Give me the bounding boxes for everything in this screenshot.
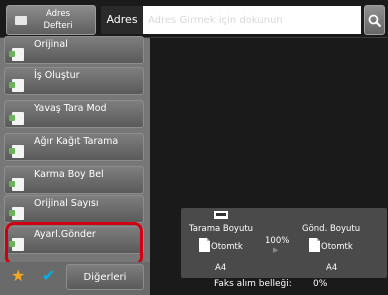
heavy-paper-label: Ağır Kağıt Tarama [34,136,119,147]
mixed-size-icon [9,178,24,191]
search-button[interactable] [364,5,385,35]
original-label: Orijinal [34,39,68,50]
send-paper-size: A4 [326,263,338,273]
scan-size-value: Otomtk [211,242,243,252]
address-book-button[interactable]: Adres Defteri [6,5,96,35]
original-count-button[interactable]: Orijinal Sayısı [4,195,144,223]
scan-preview-card[interactable]: Tarama Boyutu Gönd. Boyutu Otomtk 100% ▶… [181,208,387,278]
send-document-icon [309,238,320,252]
search-icon [368,14,382,28]
heavy-paper-icon [9,145,24,158]
original-button[interactable]: Orijinal [4,36,144,64]
send-size-value: Otomtk [321,242,353,252]
check-button[interactable]: ✔ [35,264,63,290]
mixed-size-label: Karma Boy Bel [34,169,104,180]
ratio-value: 100% [265,236,290,246]
heavy-paper-button[interactable]: Ağır Kağıt Tarama [4,133,144,161]
address-book-label: Adres Defteri [43,9,73,31]
original-count-label: Orijinal Sayısı [34,198,99,209]
slow-scan-label: Yavaş Tara Mod [34,103,107,114]
job-build-icon [9,79,24,92]
original-icon [9,48,24,61]
job-build-button[interactable]: İş Oluştur [4,67,144,95]
send-size-title: Gönd. Boyutu [302,224,361,234]
address-label: Adres [101,6,143,34]
slow-scan-button[interactable]: Yavaş Tara Mod [4,100,144,128]
slow-scan-icon [9,112,24,125]
fax-screen: Adres Defteri Adres Orijinal İş Oluştur … [0,0,388,295]
job-build-label: İş Oluştur [34,70,80,81]
scan-paper-size: A4 [215,263,227,273]
address-book-icon [15,16,27,25]
star-icon: ★ [11,266,26,285]
original-count-icon [9,207,24,220]
scan-size-title: Tarama Boyutu [189,224,254,234]
fax-memory-label: Faks alım belleği: [214,279,292,289]
favorites-button[interactable]: ★ [5,264,33,290]
fax-memory-value: 0% [313,279,328,289]
arrow-right-icon: ▶ [273,246,279,254]
send-settings-highlight [5,222,143,266]
check-icon: ✔ [42,266,56,285]
scan-document-icon [199,238,210,252]
mixed-size-button[interactable]: Karma Boy Bel [4,166,144,194]
others-button[interactable]: Diğerleri [66,264,144,290]
scanner-icon [214,211,228,219]
address-input[interactable] [143,6,361,34]
